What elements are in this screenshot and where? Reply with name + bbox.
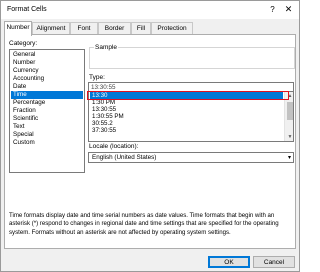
category-list[interactable]: General Number Currency Accounting Date …: [9, 49, 85, 173]
type-item[interactable]: 13:30:55: [90, 106, 283, 113]
type-item[interactable]: 1:30 PM: [90, 99, 283, 106]
scroll-down-icon[interactable]: ▼: [285, 133, 293, 141]
category-item-scientific[interactable]: Scientific: [11, 115, 83, 123]
category-item-fraction[interactable]: Fraction: [11, 107, 83, 115]
category-item-currency[interactable]: Currency: [11, 67, 83, 75]
type-item[interactable]: 37:30:55: [90, 127, 283, 134]
scroll-thumb[interactable]: [287, 102, 293, 120]
category-item-text[interactable]: Text: [11, 123, 83, 131]
type-item[interactable]: 30:55.2: [90, 120, 283, 127]
category-item-special[interactable]: Special: [11, 131, 83, 139]
close-button[interactable]: ✕: [283, 4, 294, 15]
category-item-date[interactable]: Date: [11, 83, 83, 91]
category-item-percentage[interactable]: Percentage: [11, 99, 83, 107]
category-item-general[interactable]: General: [11, 51, 83, 59]
category-item-time[interactable]: Time: [11, 91, 83, 99]
window-title: Format Cells: [7, 6, 47, 13]
title-bar: Format Cells ? ✕: [1, 1, 299, 19]
format-cells-dialog: Format Cells ? ✕ Number Alignment Font B…: [0, 0, 300, 272]
time-format-description: Time formats display date and time seria…: [9, 212, 279, 236]
locale-select[interactable]: English (United States) ▾: [88, 152, 294, 163]
ok-button[interactable]: OK: [208, 256, 250, 268]
sample-group: Sample: [89, 44, 295, 69]
locale-label: Locale (location):: [89, 143, 139, 150]
sample-label: Sample: [94, 44, 119, 51]
chevron-down-icon: ▾: [287, 155, 291, 161]
category-item-accounting[interactable]: Accounting: [11, 75, 83, 83]
type-item[interactable]: 1:30:55 PM: [90, 113, 283, 120]
cancel-button[interactable]: Cancel: [253, 256, 295, 268]
category-item-number[interactable]: Number: [11, 59, 83, 67]
category-item-custom[interactable]: Custom: [11, 139, 83, 147]
tab-number[interactable]: Number: [4, 21, 32, 36]
type-label: Type:: [89, 74, 105, 81]
help-button[interactable]: ?: [267, 4, 278, 15]
selection-highlight-box: [87, 91, 289, 100]
locale-value: English (United States): [92, 154, 157, 161]
number-tab-panel: Category: General Number Currency Accoun…: [4, 34, 296, 249]
category-label: Category:: [9, 40, 38, 47]
